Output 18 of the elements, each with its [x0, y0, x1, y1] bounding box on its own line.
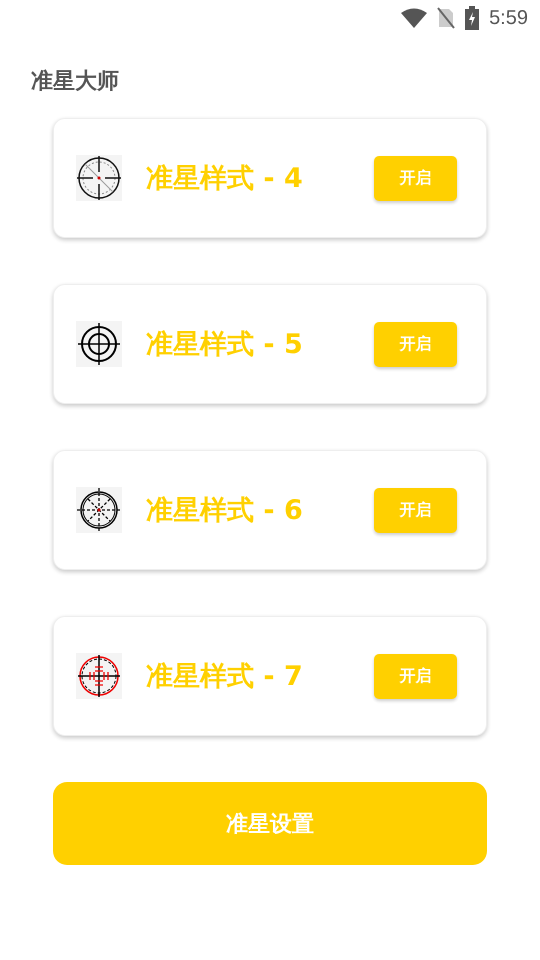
crosshair-icon [76, 653, 122, 699]
enable-button[interactable]: 开启 [374, 654, 457, 698]
crosshair-style-name: 准星样式 - 7 [146, 660, 304, 694]
battery-icon [465, 6, 480, 30]
no-sim-icon [437, 7, 456, 29]
crosshair-style-name: 准星样式 - 6 [146, 494, 304, 528]
app-title: 准星大师 [31, 68, 120, 96]
crosshair-icon [76, 155, 122, 201]
crosshair-style-name: 准星样式 - 4 [146, 162, 304, 196]
wifi-icon [401, 8, 428, 28]
crosshair-settings-button[interactable]: 准星设置 [53, 782, 487, 865]
enable-button[interactable]: 开启 [374, 156, 457, 200]
crosshair-icon [76, 487, 122, 533]
crosshair-style-name: 准星样式 - 5 [146, 328, 304, 362]
crosshair-icon [76, 321, 122, 367]
enable-button[interactable]: 开启 [374, 488, 457, 532]
status-time: 5:59 [489, 6, 528, 30]
enable-button[interactable]: 开启 [374, 322, 457, 366]
